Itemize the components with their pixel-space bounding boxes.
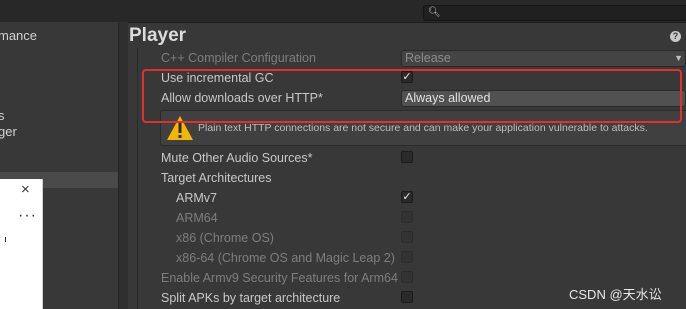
warning-message: Plain text HTTP connections are not secu…	[198, 122, 648, 134]
top-toolbar: 🔍︎	[0, 0, 686, 23]
indent-guide	[137, 48, 138, 309]
page-title: Player	[129, 25, 187, 46]
cpp-compiler-label: C++ Compiler Configuration	[161, 51, 316, 65]
split-apks-checkbox[interactable]	[401, 291, 413, 303]
arm64-checkbox[interactable]	[401, 211, 413, 223]
text-caret	[5, 237, 6, 242]
sidebar-item-performance[interactable]: mance	[0, 28, 37, 43]
sidebar-item-partial-s[interactable]: s	[0, 108, 5, 123]
x86-64-label: x86-64 (Chrome OS and Magic Leap 2)	[176, 251, 395, 265]
annotation-highlight-box	[142, 69, 682, 123]
search-icon: 🔍︎	[428, 7, 441, 18]
cpp-compiler-value: Release	[405, 51, 451, 65]
target-architectures-header: Target Architectures	[161, 171, 272, 185]
armv7-checkbox[interactable]: ✓	[401, 191, 413, 203]
popup-panel: × ···	[0, 179, 43, 309]
sidebar-item-partial-ger[interactable]: ger	[0, 124, 17, 139]
armv9-security-checkbox[interactable]	[401, 271, 413, 283]
more-icon[interactable]: ···	[18, 207, 37, 225]
chevron-down-icon: ▼	[674, 53, 683, 63]
mute-audio-label: Mute Other Audio Sources*	[161, 151, 313, 165]
x86-64-checkbox[interactable]	[401, 251, 413, 263]
close-icon[interactable]: ×	[21, 181, 30, 198]
split-apks-label: Split APKs by target architecture	[161, 291, 341, 305]
x86-chromeos-checkbox[interactable]	[401, 231, 413, 243]
search-input[interactable]: 🔍︎	[423, 5, 686, 21]
arm64-label: ARM64	[176, 211, 218, 225]
mute-audio-checkbox[interactable]	[401, 151, 413, 163]
cpp-compiler-dropdown[interactable]: Release ▼	[401, 50, 686, 67]
armv9-security-label: Enable Armv9 Security Features for Arm64	[161, 271, 398, 285]
watermark: CSDN @天水讼	[569, 287, 662, 302]
armv7-label: ARMv7	[176, 191, 217, 205]
help-icon[interactable]: ?	[670, 31, 681, 42]
panel-divider[interactable]	[119, 22, 128, 309]
x86-chromeos-label: x86 (Chrome OS)	[176, 231, 274, 245]
